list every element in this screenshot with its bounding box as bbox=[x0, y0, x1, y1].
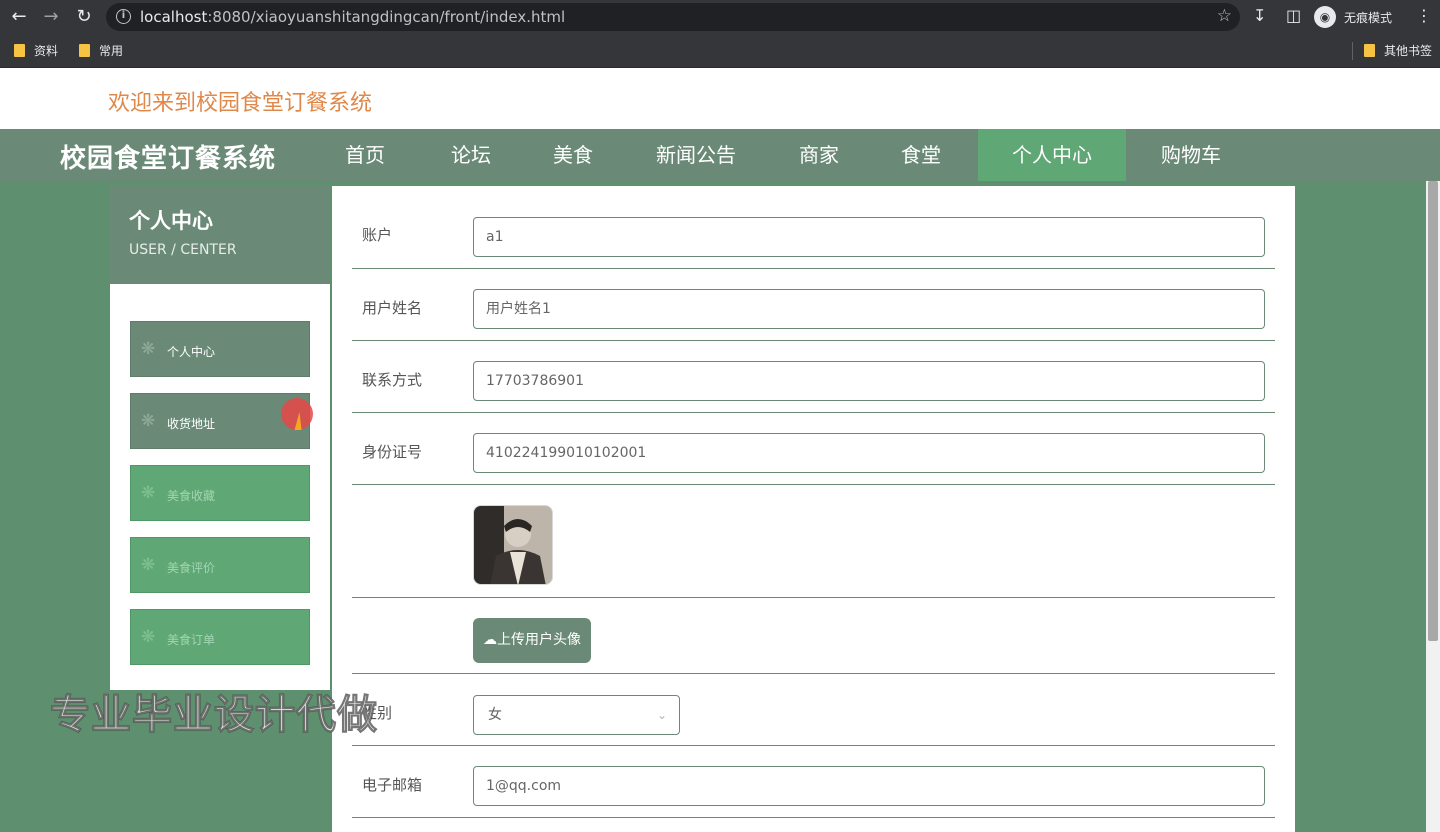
form-row-idcard: 身份证号 410224199010102001 bbox=[352, 413, 1275, 485]
avatar-photo-icon bbox=[474, 506, 552, 584]
page-scrollbar[interactable] bbox=[1426, 181, 1440, 832]
folder-icon bbox=[79, 44, 90, 57]
idcard-label: 身份证号 bbox=[362, 443, 423, 461]
form-row-upload: ☁上传用户头像 bbox=[352, 598, 1275, 674]
sidebar-subtitle: USER / CENTER bbox=[129, 242, 237, 258]
welcome-bar: 欢迎来到校园食堂订餐系统 bbox=[0, 68, 1440, 129]
menu-kebab-icon[interactable]: ⋮ bbox=[1416, 6, 1432, 25]
incognito-icon: ◉ bbox=[1314, 6, 1336, 28]
site-brand[interactable]: 校园食堂订餐系统 bbox=[60, 138, 276, 175]
account-input[interactable]: a1 bbox=[473, 217, 1265, 257]
folder-icon bbox=[1364, 44, 1375, 57]
asterisk-icon: ❋ bbox=[141, 483, 156, 503]
asterisk-icon: ❋ bbox=[141, 555, 156, 575]
form-row-avatar bbox=[352, 485, 1275, 598]
upload-avatar-button[interactable]: ☁上传用户头像 bbox=[473, 618, 591, 663]
sidebar-item-profile[interactable]: ❋ 个人中心 bbox=[130, 321, 310, 377]
name-input[interactable]: 用户姓名1 bbox=[473, 289, 1265, 329]
incognito-label: 无痕模式 bbox=[1344, 10, 1393, 25]
sidebar-item-label: 美食评价 bbox=[167, 561, 216, 575]
nav-item-news[interactable]: 新闻公告 bbox=[640, 129, 752, 181]
upload-button-label: 上传用户头像 bbox=[497, 632, 581, 648]
nav-item-home[interactable]: 首页 bbox=[330, 129, 400, 181]
scrollbar-thumb[interactable] bbox=[1428, 181, 1438, 641]
cloud-upload-icon: ☁ bbox=[483, 632, 497, 648]
back-icon[interactable]: ← bbox=[8, 6, 30, 28]
folder-icon bbox=[14, 44, 25, 57]
bookmarks-bar: 资料 常用 其他书签 bbox=[0, 34, 1440, 68]
gender-select[interactable]: 女 ⌄ bbox=[473, 695, 680, 735]
download-icon[interactable]: ↧ bbox=[1253, 6, 1266, 25]
sidebar-title: 个人中心 bbox=[129, 209, 213, 233]
nav-item-cart[interactable]: 购物车 bbox=[1150, 129, 1232, 181]
sidebar-menu: ❋ 个人中心 ❋ 收货地址 ❋ 美食收藏 ❋ 美食评价 ❋ 美食订单 bbox=[110, 284, 330, 690]
asterisk-icon: ❋ bbox=[141, 627, 156, 647]
sidebar-item-favorites[interactable]: ❋ 美食收藏 bbox=[130, 465, 310, 521]
forward-icon[interactable]: → bbox=[40, 6, 62, 28]
email-label: 电子邮箱 bbox=[362, 776, 423, 794]
bookmark-folder-ziliao[interactable]: 资料 bbox=[14, 42, 58, 59]
form-row-name: 用户姓名 用户姓名1 bbox=[352, 269, 1275, 341]
bookmark-label: 其他书签 bbox=[1384, 44, 1433, 58]
form-row-gender: 性别 女 ⌄ bbox=[352, 674, 1275, 746]
browser-toolbar: ← → ↻ i localhost:8080/xiaoyuanshitangdi… bbox=[0, 0, 1440, 34]
profile-form: 账户 a1 用户姓名 用户姓名1 联系方式 17703786901 身份证号 4… bbox=[332, 186, 1295, 832]
gender-selected-value: 女 bbox=[488, 707, 502, 723]
sidebar-item-reviews[interactable]: ❋ 美食评价 bbox=[130, 537, 310, 593]
sidebar-item-label: 美食订单 bbox=[167, 633, 216, 647]
phone-label: 联系方式 bbox=[362, 371, 423, 389]
address-bar[interactable]: i localhost:8080/xiaoyuanshitangdingcan/… bbox=[106, 3, 1240, 31]
phone-input[interactable]: 17703786901 bbox=[473, 361, 1265, 401]
sidebar-item-orders[interactable]: ❋ 美食订单 bbox=[130, 609, 310, 665]
sidepanel-icon[interactable]: ◫ bbox=[1286, 6, 1301, 25]
bookmark-label: 常用 bbox=[99, 44, 124, 58]
sidebar-item-label: 个人中心 bbox=[167, 345, 216, 359]
url-text[interactable]: localhost:8080/xiaoyuanshitangdingcan/fr… bbox=[140, 8, 565, 26]
sidebar-item-label: 美食收藏 bbox=[167, 489, 216, 503]
main-nav: 校园食堂订餐系统 首页 论坛 美食 新闻公告 商家 食堂 个人中心 购物车 bbox=[0, 129, 1440, 181]
chevron-down-icon: ⌄ bbox=[656, 708, 667, 722]
bookmark-divider bbox=[1352, 42, 1353, 60]
bookmark-star-icon[interactable]: ☆ bbox=[1217, 6, 1232, 26]
email-input[interactable]: 1@qq.com bbox=[473, 766, 1265, 806]
incognito-indicator[interactable]: ◉ 无痕模式 bbox=[1314, 5, 1392, 29]
account-label: 账户 bbox=[362, 226, 393, 244]
sidebar-item-label: 收货地址 bbox=[167, 417, 216, 431]
form-row-phone: 联系方式 17703786901 bbox=[352, 341, 1275, 413]
welcome-text: 欢迎来到校园食堂订餐系统 bbox=[108, 91, 373, 116]
nav-item-food[interactable]: 美食 bbox=[538, 129, 608, 181]
reload-icon[interactable]: ↻ bbox=[73, 6, 95, 28]
nav-item-merchant[interactable]: 商家 bbox=[784, 129, 854, 181]
form-row-account: 账户 a1 bbox=[352, 186, 1275, 269]
bookmark-folder-changyong[interactable]: 常用 bbox=[79, 42, 123, 59]
form-row-email: 电子邮箱 1@qq.com bbox=[352, 746, 1275, 818]
nav-item-profile[interactable]: 个人中心 bbox=[978, 129, 1126, 181]
info-icon[interactable]: i bbox=[116, 9, 131, 24]
watermark-text: 专业毕业设计代做 bbox=[50, 692, 378, 739]
avatar-image bbox=[473, 505, 553, 585]
nav-item-canteen[interactable]: 食堂 bbox=[886, 129, 956, 181]
nav-item-forum[interactable]: 论坛 bbox=[436, 129, 506, 181]
bookmark-label: 资料 bbox=[34, 44, 59, 58]
sidebar-header: 个人中心 USER / CENTER bbox=[110, 185, 330, 284]
name-label: 用户姓名 bbox=[362, 299, 423, 317]
other-bookmarks[interactable]: 其他书签 bbox=[1364, 42, 1432, 59]
asterisk-icon: ❋ bbox=[141, 411, 156, 431]
idcard-input[interactable]: 410224199010102001 bbox=[473, 433, 1265, 473]
asterisk-icon: ❋ bbox=[141, 339, 156, 359]
